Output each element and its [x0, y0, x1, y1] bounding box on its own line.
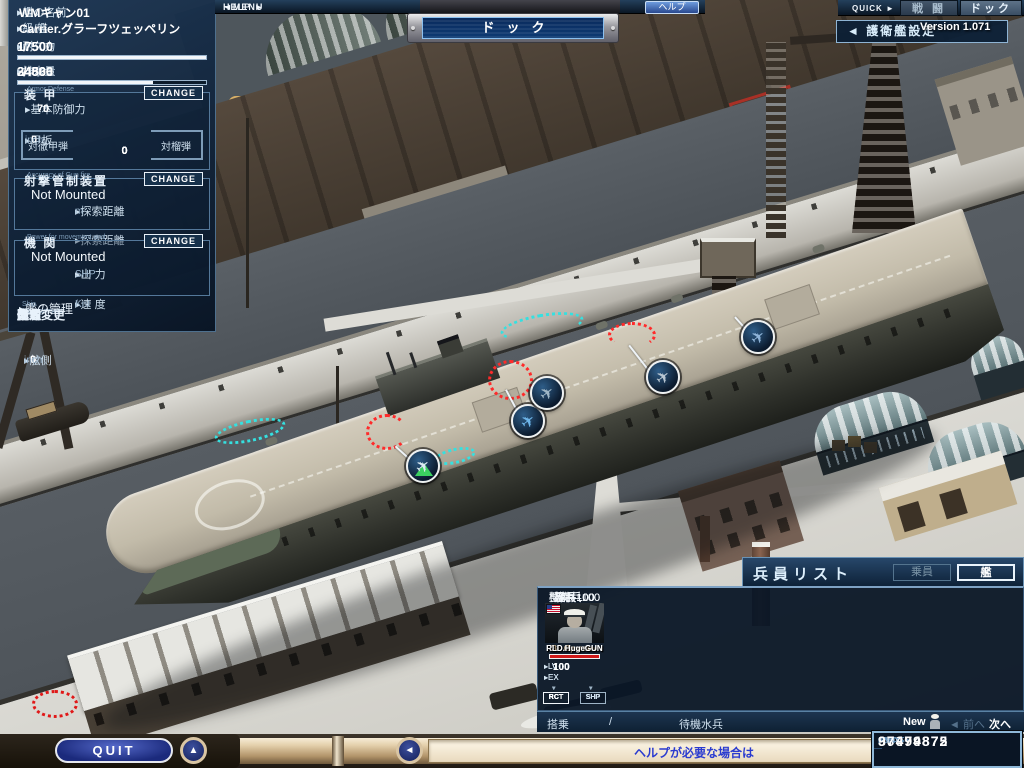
- armor-grid-3: 0: [79, 145, 170, 157]
- crew-name: RLD.HugeGUN: [541, 644, 608, 653]
- hp-bar: [17, 55, 207, 60]
- aircraft-slot-icon-2[interactable]: ✈: [511, 404, 545, 438]
- rct-button[interactable]: RCT: [543, 692, 569, 704]
- help-button[interactable]: ヘルプ: [645, 1, 699, 14]
- aircraft-slot-icon-4[interactable]: ✈: [646, 360, 680, 394]
- armor-change-button[interactable]: CHANGE: [144, 86, 203, 100]
- bottom-bar: QUIT ▲ ◄ ヘルプが必要な場合は CREDIT► 80999872 POI…: [0, 734, 1024, 768]
- dock-sign: ドック: [407, 13, 619, 43]
- version-label: Version 1.071: [920, 21, 990, 33]
- tab-crew-members[interactable]: 乗員: [893, 564, 951, 581]
- help-link[interactable]: HELP ►: [223, 2, 264, 12]
- plane-icon: ✈: [652, 366, 674, 388]
- new-sailor-icon: [929, 714, 941, 730]
- aircraft-slot-icon-5[interactable]: ✈: [741, 320, 775, 354]
- crew-portrait: [545, 603, 604, 643]
- credit-box: CREDIT► 80999872 POINT► 97474875: [872, 731, 1022, 768]
- armor-ap-box: 対徹甲弾: [21, 130, 73, 160]
- plane-icon: ✈: [536, 382, 558, 404]
- tab-dock[interactable]: ドック: [960, 0, 1022, 16]
- panel-left-trim: [0, 0, 8, 46]
- hp-bar-fill: [18, 56, 206, 59]
- fcs-section: 射撃管制装置Accuracy of Gun fire CHANGE Not Mo…: [14, 178, 210, 230]
- crew-name-underline: [549, 654, 600, 659]
- fcs-row1-unit: m: [75, 206, 83, 217]
- deck-marker-red-3: [366, 414, 408, 450]
- game-screen: ✈ ✈ ✈ ✈ ✈ ◄MENU HELP ► ヘルプ ドック QUICK ► 戦…: [0, 0, 1024, 768]
- armor-base-v2: 0: [25, 103, 67, 115]
- armor-subtitle: Armor Defense: [27, 86, 74, 93]
- displacement-bar: [17, 80, 207, 85]
- quit-button[interactable]: QUIT: [55, 738, 173, 763]
- crew-card[interactable]: 砲兵100 RLD.HugeGUN ▸LV100 ▸EX RCT: [541, 589, 608, 709]
- tab-battle[interactable]: 戦 闘: [900, 0, 958, 16]
- engine-subtitle: Power for movement and: [27, 234, 105, 241]
- aircraft-slot-icon-3[interactable]: ✈: [530, 376, 564, 410]
- deck-bow-circle: [188, 470, 272, 539]
- point-value: 97474875: [878, 733, 948, 749]
- fcs-change-button[interactable]: CHANGE: [144, 172, 203, 186]
- water-marker-red: [32, 690, 78, 718]
- crew-list-footer: 搭乗 / 待機水兵 New ◄ 前へ 次へ ►: [537, 711, 1024, 732]
- armor-side-unit: inch: [24, 355, 42, 366]
- ship-info-panel: ▸艦の名前 WMキャン01 ▸級/艦 Carrier.グラーフツェッペリン ▸耐…: [8, 0, 216, 332]
- ship-name-value: WMキャン01: [19, 4, 90, 21]
- engine-status: Not Mounted: [31, 249, 105, 264]
- deck-elevator-2: [764, 284, 820, 330]
- crew-torso: [558, 627, 592, 643]
- ship-class-value: Carrier.グラーフツェッペリン: [19, 20, 180, 37]
- plane-icon: ✈: [747, 326, 769, 348]
- tab-ship-crew[interactable]: 艦: [957, 564, 1015, 581]
- up-arrow-button[interactable]: ▲: [180, 737, 207, 764]
- buy-button[interactable]: 購入: [17, 306, 41, 323]
- dock-mast-3: [766, 42, 786, 238]
- crew-cap: [564, 609, 585, 617]
- new-crew-button[interactable]: New: [903, 716, 926, 728]
- prev-page-button[interactable]: ◄ 前へ: [949, 716, 985, 732]
- help-ticker: ヘルプが必要な場合は: [428, 739, 906, 763]
- armor-section: 装 甲Armor Defense CHANGE ▸基本防御力 7 0 ▸甲板 0…: [14, 92, 210, 170]
- back-arrow-button[interactable]: ◄: [396, 737, 423, 764]
- engine-output-unit: SHP: [75, 269, 96, 280]
- crew-list-header: 兵員リスト 乗員 艦: [742, 557, 1024, 587]
- pipe-ring: [332, 736, 344, 766]
- engine-change-button[interactable]: CHANGE: [144, 234, 203, 248]
- aircraft-slot-icon-1[interactable]: ✈: [406, 449, 440, 483]
- engine-section: 機 関Power for movement and CHANGE Not Mou…: [14, 240, 210, 296]
- crane-cab: [700, 238, 756, 278]
- crew-card-list: 機関兵100 Br. Operator ▸LV100 ▸EX RCTSHP 整備…: [537, 586, 1024, 711]
- standby-label: 待機水兵: [679, 716, 723, 732]
- displacement-bar-fill: [18, 81, 153, 84]
- displacement-max: 34500: [17, 64, 53, 79]
- deck-marker-red-2: [608, 322, 656, 348]
- plane-icon: ✈: [517, 410, 539, 432]
- deck-marker-red-1: [488, 360, 533, 400]
- fcs-status: Not Mounted: [31, 187, 105, 202]
- quick-link[interactable]: QUICK ►: [852, 4, 895, 13]
- engine-speed-unit: Knt: [75, 299, 90, 310]
- hp-max: 17500: [17, 39, 53, 54]
- fcs-subtitle: Accuracy of Gun fire: [27, 172, 90, 179]
- nation-flag-icon-us: [546, 604, 561, 614]
- crew-list-title: 兵員リスト: [753, 563, 853, 584]
- ticker-text: ヘルプが必要な場合は: [634, 744, 754, 761]
- boarding-slash: /: [609, 716, 612, 728]
- boarding-label: 搭乗: [547, 716, 569, 732]
- dock-sign-label: ドック: [422, 17, 604, 39]
- crew-button-row: RCT: [543, 690, 606, 704]
